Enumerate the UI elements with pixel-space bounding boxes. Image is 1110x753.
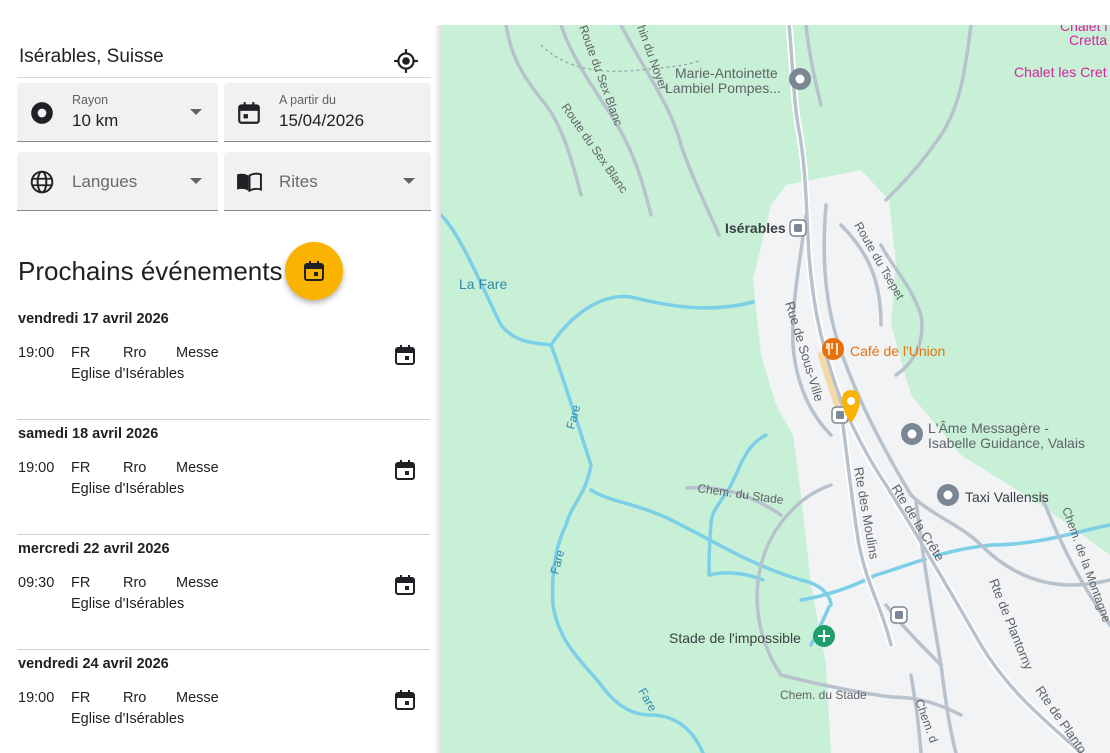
languages-select[interactable]: Langues	[17, 152, 218, 211]
map-label[interactable]: Isérables	[725, 220, 786, 236]
events-heading: Prochains événements	[18, 256, 283, 286]
event-item[interactable]: mercredi 22 avril 2026 09:30 FR Rro Mess…	[17, 535, 430, 650]
marie-antoinette-poi-icon[interactable]	[789, 68, 811, 90]
calendar-icon	[238, 102, 260, 124]
map-label: La Fare	[459, 276, 507, 292]
taxi-poi-icon[interactable]	[937, 484, 959, 506]
event-type: Messe	[176, 690, 219, 706]
add-to-calendar-icon[interactable]	[393, 688, 417, 712]
languages-placeholder: Langues	[72, 172, 138, 191]
calendar-icon	[304, 261, 324, 281]
start-date-value[interactable]: 15/04/2026	[279, 111, 364, 131]
start-date-field[interactable]: A partir du 15/04/2026	[224, 83, 431, 142]
rites-placeholder: Rites	[279, 172, 318, 191]
map-label[interactable]: L'Âme Messagère -	[928, 420, 1049, 436]
map-label[interactable]: Café de l'Union	[850, 343, 945, 359]
event-type: Messe	[176, 345, 219, 361]
restaurant-poi-icon[interactable]	[822, 338, 844, 360]
map-view[interactable]: Chalet l Cretta Chalet les Cret Marie-An…	[441, 25, 1110, 753]
event-date: vendredi 24 avril 2026	[18, 656, 169, 672]
chevron-down-icon	[403, 178, 415, 184]
rites-select[interactable]: Rites	[224, 152, 431, 211]
globe-icon	[30, 170, 54, 194]
radio-target-icon	[31, 102, 53, 124]
radius-label: Rayon	[72, 93, 109, 107]
event-date: vendredi 17 avril 2026	[18, 311, 169, 327]
map-label[interactable]: Taxi Vallensis	[965, 489, 1049, 505]
map-label[interactable]: Lambiel Pompes...	[665, 80, 781, 96]
bus-stop-icon[interactable]	[890, 606, 908, 624]
radius-value: 10 km	[72, 111, 119, 130]
event-type: Messe	[176, 460, 219, 476]
event-rite: Rro	[123, 460, 147, 476]
add-to-calendar-icon[interactable]	[393, 343, 417, 367]
my-location-icon[interactable]	[393, 48, 419, 74]
radius-select[interactable]: Rayon 10 km	[17, 83, 218, 142]
event-time: 09:30	[18, 575, 55, 591]
event-church[interactable]: Eglise d'Isérables	[71, 481, 184, 497]
chevron-down-icon	[190, 109, 202, 115]
event-language: FR	[71, 575, 91, 591]
map-label[interactable]: Isabelle Guidance, Valais	[928, 435, 1085, 451]
add-to-calendar-icon[interactable]	[393, 458, 417, 482]
event-language: FR	[71, 345, 91, 361]
event-time: 19:00	[18, 345, 55, 361]
start-date-label: A partir du	[279, 93, 336, 107]
calendar-fab-button[interactable]	[285, 242, 343, 300]
location-field[interactable]: Isérables, Suisse	[17, 40, 431, 78]
sidebar-panel: Isérables, Suisse Rayon 10 km A partir d…	[0, 0, 440, 753]
event-rite: Rro	[123, 690, 147, 706]
event-item[interactable]: vendredi 17 avril 2026 19:00 FR Rro Mess…	[17, 305, 430, 420]
map-label[interactable]: Stade de l'impossible	[669, 630, 801, 646]
transit-stop-icon[interactable]	[789, 219, 807, 237]
event-date: samedi 18 avril 2026	[18, 426, 159, 442]
location-input[interactable]: Isérables, Suisse	[19, 46, 164, 68]
ame-messagere-poi-icon[interactable]	[901, 423, 923, 445]
map-label: Route du Sex Blanc	[576, 25, 625, 128]
book-icon	[237, 172, 262, 193]
map-canvas[interactable]: Chalet l Cretta Chalet les Cret Marie-An…	[441, 25, 1110, 753]
map-label[interactable]: Chalet les Cret	[1014, 64, 1107, 80]
map-label[interactable]: Marie-Antoinette	[675, 65, 778, 81]
event-language: FR	[71, 690, 91, 706]
event-church[interactable]: Eglise d'Isérables	[71, 366, 184, 382]
map-label: Chem. du Stade	[780, 688, 867, 702]
event-time: 19:00	[18, 460, 55, 476]
stadium-poi-icon[interactable]	[813, 625, 835, 647]
event-time: 19:00	[18, 690, 55, 706]
event-rite: Rro	[123, 575, 147, 591]
event-type: Messe	[176, 575, 219, 591]
map-label: Fare	[635, 686, 660, 715]
event-church[interactable]: Eglise d'Isérables	[71, 596, 184, 612]
map-label: Fare	[547, 548, 567, 576]
chevron-down-icon	[190, 178, 202, 184]
event-language: FR	[71, 460, 91, 476]
map-label[interactable]: Cretta	[1069, 32, 1107, 48]
map-label: Chem. du Stade	[697, 481, 785, 507]
event-item[interactable]: samedi 18 avril 2026 19:00 FR Rro Messe …	[17, 420, 430, 535]
event-item[interactable]: vendredi 24 avril 2026 19:00 FR Rro Mess…	[17, 650, 430, 753]
event-rite: Rro	[123, 345, 147, 361]
map-divider-shadow	[434, 25, 441, 753]
event-church[interactable]: Eglise d'Isérables	[71, 711, 184, 727]
add-to-calendar-icon[interactable]	[393, 573, 417, 597]
event-date: mercredi 22 avril 2026	[18, 541, 170, 557]
